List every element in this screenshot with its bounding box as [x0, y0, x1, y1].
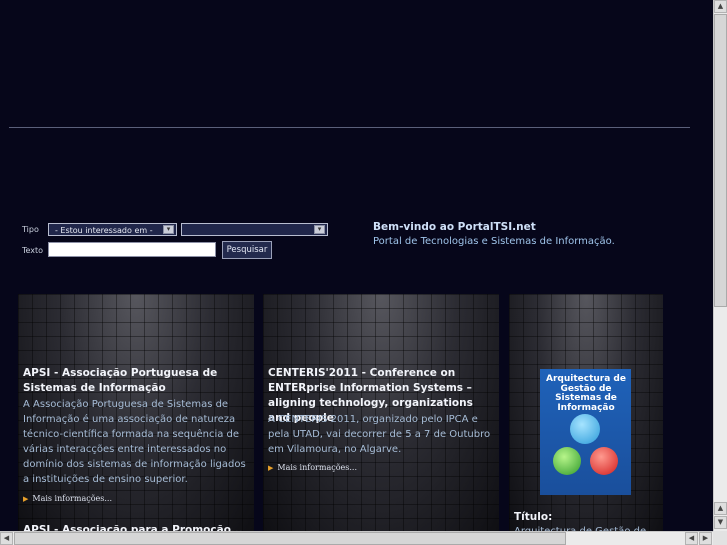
arrow-left-icon[interactable]: ◀ — [0, 532, 13, 545]
arrow-up-icon[interactable]: ▲ — [714, 502, 727, 515]
texto-label: Texto — [22, 246, 44, 255]
card-body: A CENTERIS 2011, organizado pelo IPCA e … — [268, 414, 491, 455]
blue-sphere-graphic — [570, 414, 600, 444]
welcome-title: Bem-vindo ao PortalTSI.net — [373, 221, 536, 233]
triangle-right-icon: ▶ — [23, 495, 29, 503]
welcome-subtitle: Portal de Tecnologias e Sistemas de Info… — [373, 236, 615, 247]
horizontal-scroll-thumb[interactable] — [14, 532, 566, 545]
more-info-link[interactable]: ▶ Mais informações... — [23, 494, 112, 503]
tipo-select[interactable]: - Estou interessado em - ▾ — [48, 223, 177, 236]
green-sphere-graphic — [553, 447, 581, 475]
arrow-left-icon[interactable]: ◀ — [685, 532, 698, 545]
book-card: Arquitectura de Gestão de Sistemas de In… — [509, 294, 663, 534]
chevron-down-icon: ▾ — [163, 225, 174, 234]
horizontal-scrollbar[interactable]: ◀ ◀ ▶ — [0, 531, 713, 545]
vertical-scroll-thumb[interactable] — [714, 14, 727, 307]
red-sphere-graphic — [590, 447, 618, 475]
header-divider — [9, 127, 690, 128]
arrow-right-icon[interactable]: ▶ — [699, 532, 712, 545]
category-select[interactable]: ▾ — [181, 223, 328, 236]
more-info-label: Mais informações... — [32, 494, 112, 503]
chevron-down-icon: ▾ — [314, 225, 325, 234]
arrow-down-icon[interactable]: ▼ — [714, 516, 727, 529]
more-info-link[interactable]: ▶ Mais informações... — [268, 463, 357, 472]
triangle-right-icon: ▶ — [268, 464, 274, 472]
scrollbar-corner — [713, 531, 727, 545]
tipo-select-value: - Estou interessado em - — [55, 226, 153, 235]
news-card-apsi: APSI - Associação Portuguesa de Sistemas… — [18, 294, 254, 534]
card-title[interactable]: APSI - Associação Portuguesa de Sistemas… — [23, 366, 251, 396]
book-cover-title: Arquitectura de Gestão de Sistemas de In… — [546, 374, 626, 413]
search-input[interactable] — [48, 242, 216, 257]
vertical-scrollbar[interactable]: ▲ ▲ ▼ — [713, 0, 727, 531]
book-cover-image[interactable]: Arquitectura de Gestão de Sistemas de In… — [540, 369, 631, 495]
more-info-label: Mais informações... — [277, 463, 357, 472]
arrow-up-icon[interactable]: ▲ — [714, 0, 727, 13]
news-card-centeris: CENTERIS'2011 - Conference on ENTERprise… — [263, 294, 499, 534]
book-title-label: Título: — [514, 511, 553, 523]
tipo-label: Tipo — [22, 225, 39, 234]
card-body: A Associação Portuguesa de Sistemas de I… — [23, 399, 246, 485]
search-button[interactable]: Pesquisar — [222, 241, 272, 259]
